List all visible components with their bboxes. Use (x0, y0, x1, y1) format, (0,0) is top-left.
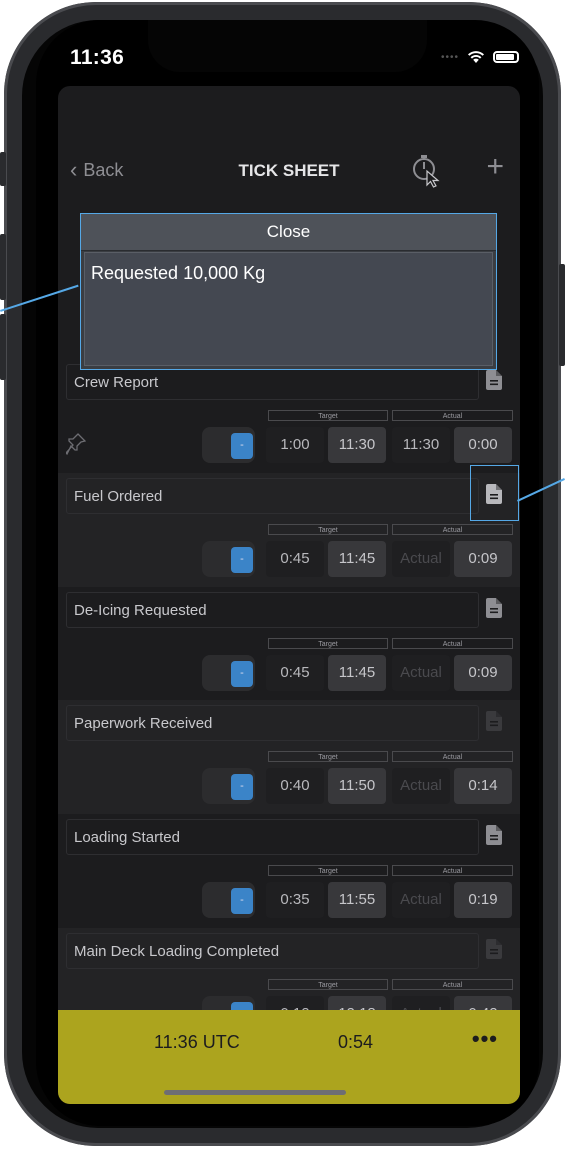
target-offset-cell[interactable]: 0:45 (266, 541, 324, 577)
milestone-label[interactable]: Paperwork Received (66, 705, 479, 741)
target-offset-cell[interactable]: 1:00 (266, 427, 324, 463)
close-button[interactable]: Close (81, 214, 496, 251)
toggle-switch[interactable]: - (202, 541, 255, 577)
actual-offset-cell[interactable]: 0:19 (454, 882, 512, 918)
target-offset-cell[interactable]: 0:40 (266, 768, 324, 804)
actual-header: Actual (392, 638, 513, 649)
actual-offset-cell[interactable]: 0:09 (454, 655, 512, 691)
table-row: Paperwork Received Target Actual -0:40 11:50… (58, 700, 520, 814)
milestone-label[interactable]: Loading Started (66, 819, 479, 855)
table-row: Crew Report Target Actual -1:00 11:30 11:30 0:… (58, 359, 520, 473)
app-window: ‹ Back TICK SHEET + Crew Report Target Act… (58, 86, 520, 1104)
toggle-knob: - (231, 888, 253, 914)
more-button[interactable]: ••• (472, 1026, 498, 1052)
document-icon[interactable] (486, 711, 502, 731)
plus-icon: + (486, 150, 504, 183)
document-icon[interactable] (486, 939, 502, 959)
elapsed-timer: 0:54 (338, 1032, 374, 1052)
wifi-icon (468, 51, 484, 63)
toggle-knob: - (231, 433, 253, 459)
milestone-label[interactable]: Main Deck Loading Completed (66, 933, 479, 969)
actual-time-cell[interactable]: Actual (392, 882, 450, 918)
actual-header: Actual (392, 865, 513, 876)
toggle-switch[interactable]: - (202, 427, 255, 463)
note-popup: Close Requested 10,000 Kg (80, 213, 497, 370)
notch (148, 20, 427, 72)
target-header: Target (268, 751, 388, 762)
navigation-bar: ‹ Back TICK SHEET + (58, 150, 520, 194)
power-button (559, 264, 565, 366)
table-row: De-Icing Requested Target Actual -0:45 11:45… (58, 587, 520, 701)
milestone-label[interactable]: Fuel Ordered (66, 478, 479, 514)
milestone-label[interactable]: De-Icing Requested (66, 592, 479, 628)
target-time-cell[interactable]: 11:45 (328, 541, 386, 577)
status-icons: •••• (441, 50, 519, 64)
mute-switch (0, 152, 6, 186)
signal-dots-icon: •••• (440, 51, 459, 63)
target-header: Target (268, 410, 388, 421)
actual-offset-cell[interactable]: 0:09 (454, 541, 512, 577)
actual-time-cell[interactable]: 11:30 (392, 427, 450, 463)
home-indicator (164, 1090, 346, 1095)
actual-header: Actual (392, 410, 513, 421)
toggle-knob: - (231, 774, 253, 800)
battery-icon (493, 51, 519, 63)
toggle-switch[interactable]: - (202, 882, 255, 918)
page-title: TICK SHEET (238, 161, 340, 180)
actual-time-cell[interactable]: Actual (392, 655, 450, 691)
utc-clock: 11:36 UTC (154, 1032, 240, 1052)
target-header: Target (268, 638, 388, 649)
phone-frame: 11:36 •••• ‹ Back TICK SHEET + Crew Repo… (0, 2, 565, 1146)
target-header: Target (268, 524, 388, 535)
timer-cursor-icon[interactable] (410, 154, 442, 188)
screen: 11:36 •••• ‹ Back TICK SHEET + Crew Repo… (36, 20, 539, 1126)
toggle-switch[interactable]: - (202, 768, 255, 804)
actual-time-cell[interactable]: Actual (392, 541, 450, 577)
document-icon-highlight (470, 465, 519, 521)
table-row: Loading Started Target Actual -0:35 11:55 Act… (58, 814, 520, 928)
volume-up-button (0, 234, 6, 300)
actual-offset-cell[interactable]: 0:00 (454, 427, 512, 463)
table-row: Fuel Ordered Target Actual -0:45 11:45 Actual… (58, 473, 520, 587)
actual-offset-cell[interactable]: 0:14 (454, 768, 512, 804)
toggle-knob: - (231, 547, 253, 573)
actual-time-cell[interactable]: Actual (392, 768, 450, 804)
status-time: 11:36 (70, 46, 125, 69)
add-button[interactable]: + (486, 152, 504, 182)
target-time-cell[interactable]: 11:30 (328, 427, 386, 463)
actual-header: Actual (392, 979, 513, 990)
toggle-knob: - (231, 661, 253, 687)
target-time-cell[interactable]: 11:50 (328, 768, 386, 804)
document-icon[interactable] (486, 370, 502, 390)
pin-icon[interactable] (66, 433, 86, 455)
target-header: Target (268, 865, 388, 876)
document-icon[interactable] (486, 825, 502, 845)
target-header: Target (268, 979, 388, 990)
target-offset-cell[interactable]: 0:45 (266, 655, 324, 691)
target-offset-cell[interactable]: 0:35 (266, 882, 324, 918)
target-time-cell[interactable]: 11:55 (328, 882, 386, 918)
actual-header: Actual (392, 524, 513, 535)
volume-down-button (0, 314, 6, 380)
note-textarea[interactable]: Requested 10,000 Kg (84, 252, 493, 366)
target-time-cell[interactable]: 11:45 (328, 655, 386, 691)
document-icon[interactable] (486, 598, 502, 618)
toggle-switch[interactable]: - (202, 655, 255, 691)
actual-header: Actual (392, 751, 513, 762)
